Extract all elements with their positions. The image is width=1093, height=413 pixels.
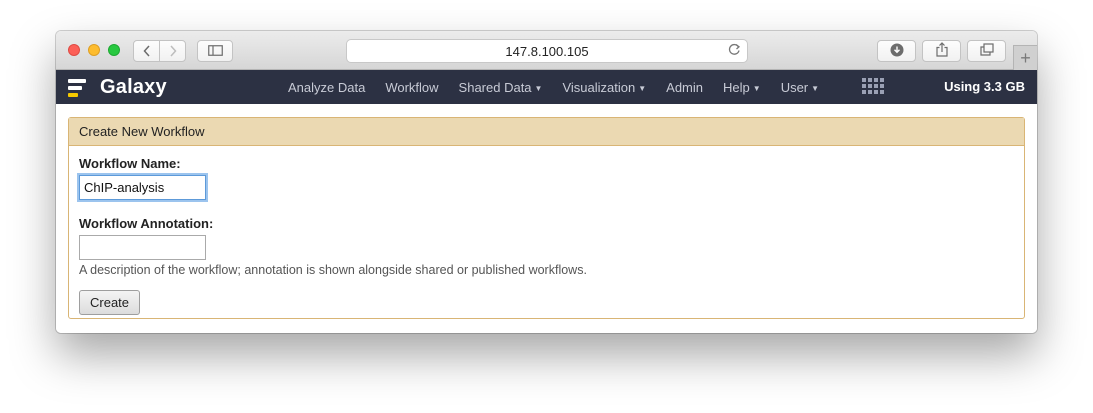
workflow-annotation-label: Workflow Annotation: <box>79 216 214 231</box>
downloads-button[interactable] <box>877 40 916 62</box>
center-panel: Create New Workflow Workflow Name: Workf… <box>56 104 1037 333</box>
close-window-button[interactable] <box>68 44 80 56</box>
reload-icon[interactable] <box>728 43 741 59</box>
chevron-right-icon[interactable] <box>159 41 185 61</box>
share-button[interactable] <box>922 40 961 62</box>
share-icon <box>935 42 948 60</box>
maximize-window-button[interactable] <box>108 44 120 56</box>
create-button[interactable]: Create <box>79 290 141 315</box>
nav-visualization-label: Visualization <box>562 79 636 95</box>
nav-workflow[interactable]: Workflow <box>385 80 438 95</box>
address-bar[interactable]: 147.8.100.105 <box>346 39 748 63</box>
browser-window: 147.8.100.105 + Galaxy Analyze Data Work… <box>56 31 1037 333</box>
main-nav: Analyze Data Workflow Shared Data ▼ Visua… <box>278 70 829 104</box>
form-body: Workflow Name: Workflow Annotation: A de… <box>69 146 1024 325</box>
galaxy-masthead: Galaxy Analyze Data Workflow Shared Data… <box>56 70 1037 104</box>
caret-down-icon: ▼ <box>752 83 761 93</box>
nav-admin[interactable]: Admin <box>666 80 703 95</box>
plus-icon[interactable]: + <box>1013 45 1037 70</box>
minimize-window-button[interactable] <box>88 44 100 56</box>
nav-help-label: Help <box>723 79 750 95</box>
nav-help[interactable]: Help ▼ <box>723 80 761 95</box>
url-text: 147.8.100.105 <box>505 43 589 59</box>
sidebar-toggle-button[interactable] <box>197 40 233 62</box>
caret-down-icon: ▼ <box>638 83 647 93</box>
brand-name: Galaxy <box>100 76 167 98</box>
download-icon <box>890 43 904 60</box>
caret-down-icon: ▼ <box>811 83 820 93</box>
nav-user[interactable]: User ▼ <box>781 80 819 95</box>
workflow-name-label: Workflow Name: <box>79 156 181 171</box>
history-nav <box>133 40 186 62</box>
nav-visualization[interactable]: Visualization ▼ <box>562 80 646 95</box>
tabs-icon <box>979 43 994 59</box>
galaxy-logo-icon <box>68 77 90 99</box>
nav-shared-data[interactable]: Shared Data ▼ <box>459 80 543 95</box>
create-workflow-form: Create New Workflow Workflow Name: Workf… <box>68 117 1025 319</box>
nav-user-label: User <box>780 79 809 95</box>
brand[interactable]: Galaxy <box>68 76 167 99</box>
nav-analyze-data[interactable]: Analyze Data <box>288 80 365 95</box>
chevron-left-icon[interactable] <box>134 41 159 61</box>
annotation-help-text: A description of the workflow; annotatio… <box>79 263 587 277</box>
workflow-annotation-input[interactable] <box>79 235 206 260</box>
show-tabs-button[interactable] <box>967 40 1006 62</box>
browser-toolbar: 147.8.100.105 + <box>56 31 1037 70</box>
scratchbook-grid-icon[interactable] <box>862 78 884 96</box>
caret-down-icon: ▼ <box>534 83 543 93</box>
form-title: Create New Workflow <box>69 118 1024 146</box>
sidebar-icon <box>207 43 223 59</box>
quota-meter: Using 3.3 GB <box>944 79 1025 94</box>
nav-shared-data-label: Shared Data <box>458 79 532 95</box>
workflow-name-input[interactable] <box>79 175 206 200</box>
